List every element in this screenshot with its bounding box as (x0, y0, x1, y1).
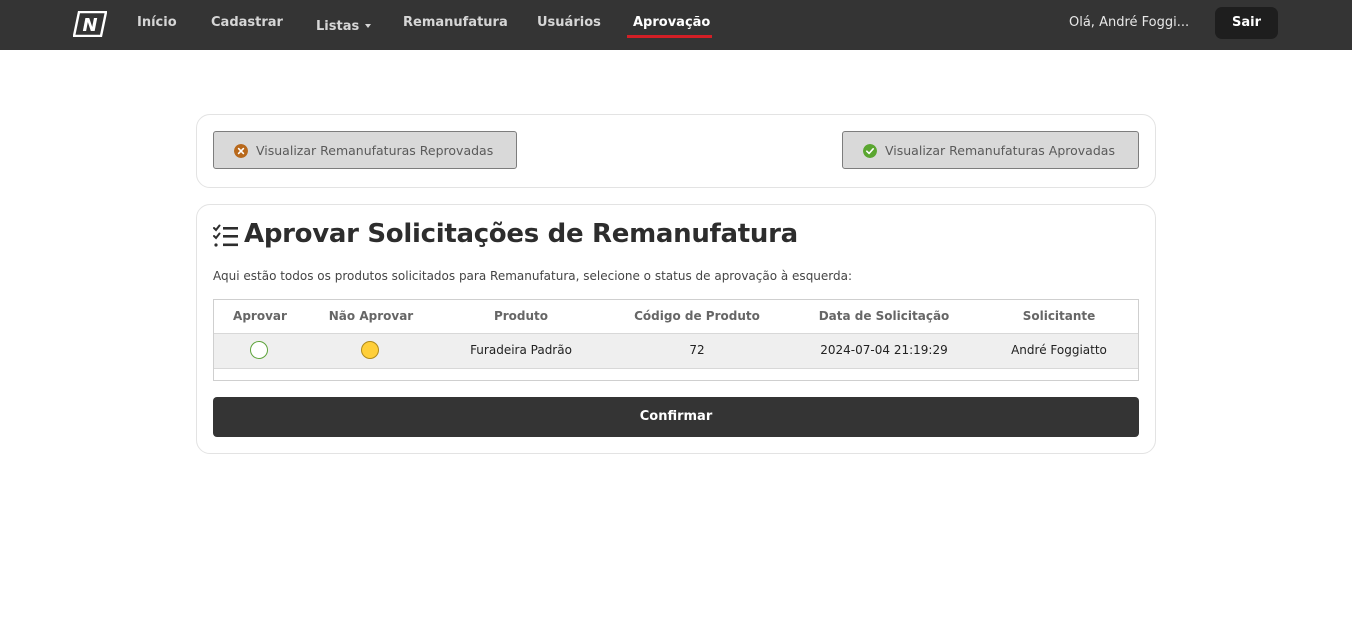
nav-listas-dropdown[interactable]: Listas (316, 15, 372, 34)
column-header-data: Data de Solicitação (818, 309, 950, 323)
x-circle-icon (234, 144, 248, 158)
nav-remanufatura[interactable]: Remanufatura (403, 15, 508, 30)
svg-text:N: N (82, 15, 97, 36)
view-approved-button[interactable]: Visualizar Remanufaturas Aprovadas (842, 131, 1139, 169)
brand-logo-icon[interactable]: N (73, 11, 107, 37)
view-rejected-button[interactable]: Visualizar Remanufaturas Reprovadas (213, 131, 517, 169)
column-header-solicitante: Solicitante (1022, 309, 1096, 323)
active-tab-indicator (627, 35, 712, 38)
page-description: Aqui estão todos os produtos solicitados… (213, 269, 853, 283)
check-circle-icon (863, 144, 877, 158)
logout-button[interactable]: Sair (1215, 7, 1278, 39)
confirm-button[interactable]: Confirmar (213, 397, 1139, 437)
filter-card: Visualizar Remanufaturas Reprovadas Visu… (196, 114, 1156, 188)
reject-radio[interactable] (361, 341, 379, 359)
cell-produto: Furadeira Padrão (470, 343, 572, 357)
top-navbar: N Início Cadastrar Listas Remanufatura U… (0, 0, 1352, 50)
cell-data: 2024-07-04 21:19:29 (820, 343, 948, 357)
requests-table: Aprovar Não Aprovar Produto Código de Pr… (213, 299, 1139, 381)
column-header-produto: Produto (493, 309, 549, 323)
nav-aprovacao[interactable]: Aprovação (633, 15, 710, 30)
column-header-nao-aprovar: Não Aprovar (328, 309, 414, 323)
nav-cadastrar[interactable]: Cadastrar (211, 15, 283, 30)
approve-radio[interactable] (250, 341, 268, 359)
approval-card: Aprovar Solicitações de Remanufatura Aqu… (196, 204, 1156, 454)
view-rejected-label: Visualizar Remanufaturas Reprovadas (256, 143, 494, 158)
view-approved-label: Visualizar Remanufaturas Aprovadas (885, 143, 1115, 158)
column-header-aprovar: Aprovar (233, 309, 287, 323)
page-title: Aprovar Solicitações de Remanufatura (244, 219, 798, 249)
nav-listas: Listas (316, 19, 360, 34)
cell-solicitante: André Foggiatto (1011, 343, 1107, 357)
nav-inicio[interactable]: Início (137, 15, 177, 30)
caret-down-icon (365, 23, 372, 28)
column-header-codigo: Código de Produto (634, 309, 760, 323)
user-greeting: Olá, André Foggi... (1069, 15, 1190, 30)
cell-codigo: 72 (689, 343, 705, 357)
nav-usuarios[interactable]: Usuários (537, 15, 601, 30)
table-row: Furadeira Padrão 72 2024-07-04 21:19:29 … (214, 333, 1138, 369)
checklist-icon (213, 224, 238, 247)
